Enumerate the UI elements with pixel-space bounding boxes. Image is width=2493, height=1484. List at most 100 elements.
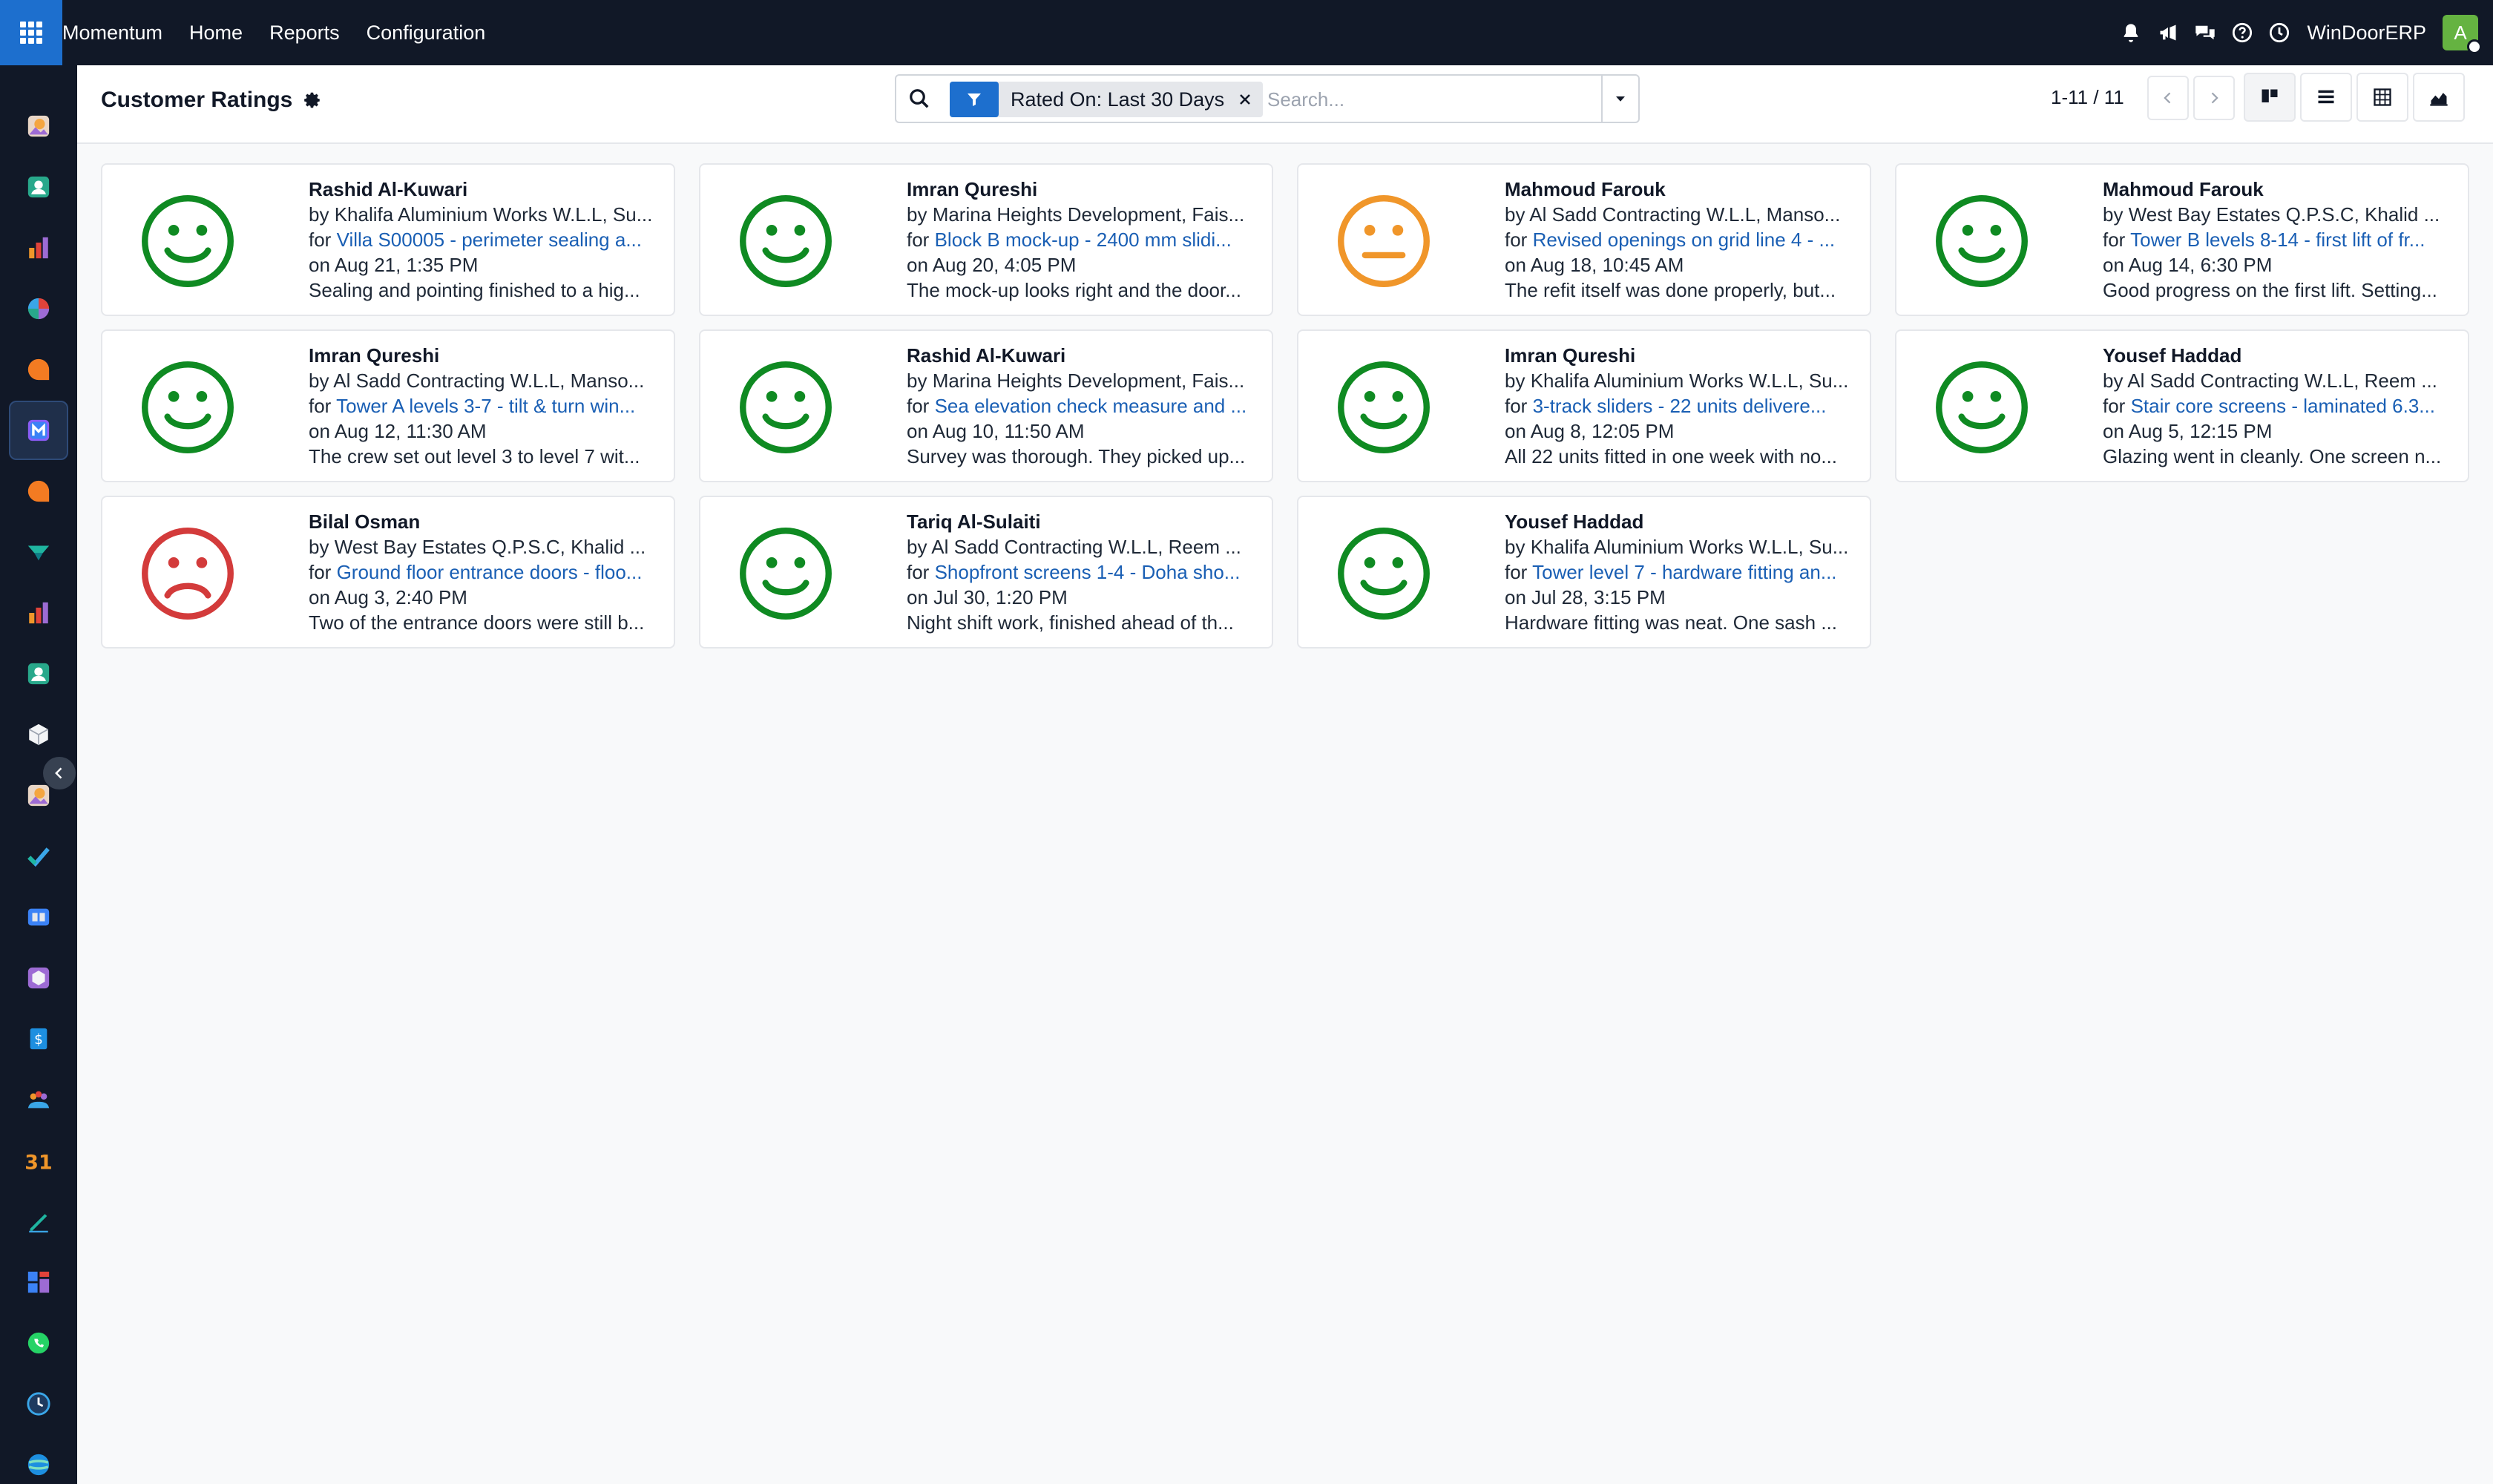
positive-smiley-icon <box>740 528 832 620</box>
rating-comment: Good progress on the first lift. Setting… <box>2103 279 2437 301</box>
knowledge-app-icon[interactable] <box>9 887 68 947</box>
website-app-icon[interactable] <box>9 1435 68 1484</box>
rating-task-link[interactable]: Ground floor entrance doors - floo... <box>337 561 643 583</box>
graph-view-button[interactable] <box>2413 73 2465 122</box>
rating-partner-name: Bilal Osman <box>309 510 421 533</box>
rating-card[interactable]: Imran Qureshi by Al Sadd Contracting W.L… <box>101 329 675 482</box>
search-icon[interactable] <box>908 88 930 114</box>
rating-card[interactable]: Imran Qureshi by Khalifa Aluminium Works… <box>1297 329 1871 482</box>
chevron-right-icon <box>2211 92 2218 104</box>
inventory-app-icon[interactable] <box>9 948 68 1008</box>
menu-reports[interactable]: Reports <box>269 22 340 45</box>
rating-date: Aug 21, 1:35 PM <box>334 254 479 276</box>
rating-comment: The crew set out level 3 to level 7 wit.… <box>309 445 640 467</box>
gear-icon[interactable] <box>303 91 322 110</box>
pager-next-button[interactable] <box>2193 76 2235 120</box>
dashboard-app-icon[interactable] <box>9 218 68 278</box>
rating-task-link[interactable]: Tower B levels 8-14 - first lift of fr..… <box>2130 229 2425 251</box>
remove-filter-icon[interactable] <box>1235 82 1255 117</box>
app-switcher-button[interactable] <box>0 0 62 65</box>
rating-date: Aug 18, 10:45 AM <box>1530 254 1684 276</box>
kanban-view-button[interactable] <box>2244 73 2296 122</box>
billing-app-icon[interactable]: $ <box>9 1009 68 1068</box>
search-options-toggle[interactable] <box>1601 76 1638 122</box>
reporting-app-icon[interactable] <box>9 583 68 643</box>
rating-task-link[interactable]: 3-track sliders - 22 units delivere... <box>1533 395 1827 417</box>
rating-comment: Glazing went in cleanly. One screen n... <box>2103 445 2442 467</box>
rating-comment: The refit itself was done properly, but.… <box>1505 279 1836 301</box>
filter-facet[interactable]: Rated On: Last 30 Days <box>950 82 1264 117</box>
rating-date: Jul 28, 3:15 PM <box>1531 586 1666 608</box>
chat-bubble-app-icon[interactable] <box>9 340 68 399</box>
kanban-view-icon <box>2262 89 2278 102</box>
rating-rated-by: Al Sadd Contracting W.L.L, Reem ... <box>2127 370 2437 392</box>
rating-card[interactable]: Mahmoud Farouk by Al Sadd Contracting W.… <box>1297 163 1871 316</box>
pager-previous-button[interactable] <box>2147 76 2189 120</box>
sign-app-icon[interactable] <box>9 1192 68 1251</box>
list-view-button[interactable] <box>2300 73 2352 122</box>
rating-card[interactable]: Yousef Haddad by Khalifa Aluminium Works… <box>1297 496 1871 649</box>
momentum-app-icon[interactable] <box>9 401 68 460</box>
help-icon[interactable] <box>2224 0 2261 65</box>
rating-comment: The mock-up looks right and the door... <box>907 279 1241 301</box>
rating-date: Aug 3, 2:40 PM <box>334 586 467 608</box>
pivot-view-button[interactable] <box>2356 73 2408 122</box>
rating-task-link[interactable]: Tower level 7 - hardware fitting an... <box>1532 561 1836 583</box>
app-brand[interactable]: Momentum <box>62 22 162 45</box>
rating-card[interactable]: Imran Qureshi by Marina Heights Developm… <box>699 163 1273 316</box>
rating-task-link[interactable]: Shopfront screens 1-4 - Doha sho... <box>935 561 1241 583</box>
rating-date: Aug 5, 12:15 PM <box>2128 420 2273 442</box>
sidebar-collapse-button[interactable] <box>43 757 76 789</box>
positive-smiley-icon <box>1936 361 2028 453</box>
pie-chart-app-icon[interactable] <box>9 279 68 338</box>
menu-configuration[interactable]: Configuration <box>367 22 486 45</box>
rating-card[interactable]: Rashid Al-Kuwari by Khalifa Aluminium Wo… <box>101 163 675 316</box>
spreadsheet-app-icon[interactable] <box>9 1252 68 1312</box>
people-app-icon[interactable] <box>9 1070 68 1129</box>
photo-app-icon[interactable] <box>9 96 68 156</box>
checkmark-app-icon[interactable] <box>9 827 68 886</box>
rating-date: Aug 12, 11:30 AM <box>334 420 487 442</box>
rating-task-link[interactable]: Stair core screens - laminated 6.3... <box>2131 395 2435 417</box>
positive-smiley-icon <box>142 195 234 287</box>
clock-icon[interactable] <box>2261 0 2298 65</box>
page-title-text: Customer Ratings <box>101 88 293 112</box>
rating-date: Jul 30, 1:20 PM <box>933 586 1068 608</box>
grid-icon <box>20 22 42 44</box>
user-avatar[interactable]: A <box>2443 15 2482 54</box>
search-input[interactable] <box>1267 83 1564 116</box>
rating-card[interactable]: Tariq Al-Sulaiti by Al Sadd Contracting … <box>699 496 1273 649</box>
rating-task-link[interactable]: Block B mock-up - 2400 mm slidi... <box>935 229 1232 251</box>
box-app-icon[interactable] <box>9 705 68 764</box>
rating-task-link[interactable]: Tower A levels 3-7 - tilt & turn win... <box>336 395 635 417</box>
menu-home[interactable]: Home <box>189 22 243 45</box>
page-title: Customer Ratings <box>101 88 322 113</box>
rating-rated-by: Khalifa Aluminium Works W.L.L, Su... <box>1530 370 1849 392</box>
company-switcher[interactable]: WinDoorERP <box>2307 22 2426 45</box>
rating-comment: Two of the entrance doors were still b..… <box>309 611 645 634</box>
rating-task-link[interactable]: Revised openings on grid line 4 - ... <box>1533 229 1836 251</box>
chat-icon[interactable] <box>2187 0 2224 65</box>
rating-card[interactable]: Yousef Haddad by Al Sadd Contracting W.L… <box>1895 329 2469 482</box>
timer-app-icon[interactable] <box>9 1374 68 1434</box>
neutral-face-icon <box>1338 195 1430 287</box>
contacts-app-icon[interactable] <box>9 157 68 217</box>
positive-smiley-icon <box>142 361 234 453</box>
calendar-app-icon[interactable]: 31 <box>9 1131 68 1190</box>
chevron-left-icon <box>55 767 62 779</box>
list-view-icon <box>2318 90 2334 104</box>
caret-down-icon <box>1616 96 1625 102</box>
rating-card[interactable]: Bilal Osman by West Bay Estates Q.P.S.C,… <box>101 496 675 649</box>
whatsapp-app-icon[interactable] <box>9 1313 68 1373</box>
rating-card[interactable]: Rashid Al-Kuwari by Marina Heights Devel… <box>699 329 1273 482</box>
rating-card[interactable]: Mahmoud Farouk by West Bay Estates Q.P.S… <box>1895 163 2469 316</box>
filter-icon <box>950 82 999 117</box>
directory-app-icon[interactable] <box>9 644 68 703</box>
discuss-app-icon[interactable] <box>9 462 68 521</box>
rating-task-link[interactable]: Sea elevation check measure and ... <box>935 395 1247 417</box>
flow-app-icon[interactable] <box>9 522 68 582</box>
megaphone-icon[interactable] <box>2149 0 2187 65</box>
rating-task-link[interactable]: Villa S00005 - perimeter sealing a... <box>337 229 642 251</box>
pager-value[interactable]: 1-11 / 11 <box>2051 86 2124 109</box>
bell-icon[interactable] <box>2112 0 2149 65</box>
